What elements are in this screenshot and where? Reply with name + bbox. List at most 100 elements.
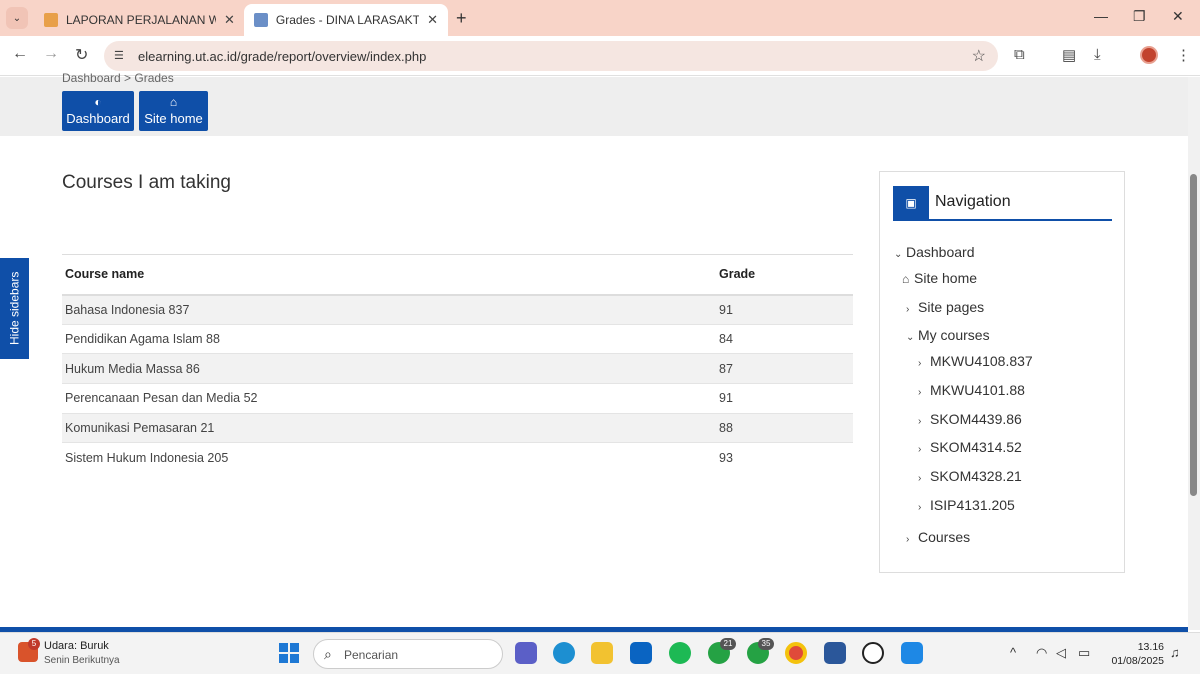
reading-list-icon[interactable]: ▤	[1062, 46, 1076, 64]
tab-title: Grades - DINA LARASAKTI 0532	[275, 13, 420, 27]
column-header-grade[interactable]: Grade	[716, 254, 853, 296]
nav-item-course[interactable]: › SKOM4314.52	[918, 439, 1022, 455]
taskbar-clock[interactable]: 13.16 01/08/2025	[1108, 640, 1164, 668]
nav-item-course[interactable]: › MKWU4108.837	[918, 353, 1033, 369]
nav-item-my-courses[interactable]: ⌄ My courses	[906, 327, 990, 343]
show-hidden-icons-icon[interactable]: ^	[1010, 645, 1016, 660]
nav-item-courses[interactable]: › Courses	[906, 529, 970, 545]
volume-icon[interactable]: ◁	[1056, 645, 1066, 661]
spotify-icon[interactable]	[669, 642, 691, 664]
chrome-icon[interactable]	[785, 642, 807, 664]
edge-icon[interactable]	[553, 642, 575, 664]
course-name-link[interactable]: Sistem Hukum Indonesia 205	[62, 443, 716, 473]
browser-tab-grades[interactable]: Grades - DINA LARASAKTI 0532 ✕	[244, 4, 448, 36]
taskbar-search[interactable]: ⌕ Pencarian	[313, 639, 503, 669]
teams-icon[interactable]	[515, 642, 537, 664]
bookmark-star-icon[interactable]: ☆	[972, 46, 986, 66]
nav-item-course[interactable]: › SKOM4328.21	[918, 468, 1022, 484]
nav-item-course[interactable]: › MKWU4101.88	[918, 382, 1025, 398]
chatgpt-icon[interactable]	[862, 642, 884, 664]
breadcrumb[interactable]: Dashboard > Grades	[62, 71, 174, 85]
url-text[interactable]: elearning.ut.ac.id/grade/report/overview…	[138, 49, 426, 64]
weather-badge: 5	[28, 638, 40, 650]
column-header-course[interactable]: Course name	[62, 254, 716, 296]
grades-table: Course name Grade Bahasa Indonesia 837 9…	[62, 254, 853, 473]
grade-value: 87	[716, 353, 853, 385]
table-row: Pendidikan Agama Islam 88 84	[62, 324, 853, 355]
site-home-button-label: Site home	[144, 111, 203, 126]
minimize-icon[interactable]: —	[1094, 8, 1108, 24]
course-name-link[interactable]: Komunikasi Pemasaran 21	[62, 413, 716, 444]
forward-icon[interactable]: →	[43, 45, 59, 63]
whatsapp-business-badge: 35	[758, 638, 774, 650]
page-title: Courses I am taking	[62, 172, 231, 193]
nav-item-label: Dashboard	[906, 244, 975, 260]
table-row: Sistem Hukum Indonesia 205 93	[62, 443, 853, 473]
close-window-icon[interactable]: ✕	[1172, 8, 1184, 25]
download-app-icon[interactable]	[901, 642, 923, 664]
nav-item-dashboard[interactable]: ⌄ Dashboard	[894, 244, 975, 260]
dashboard-button-label: Dashboard	[66, 111, 130, 126]
new-tab-icon[interactable]: +	[456, 8, 467, 29]
nav-item-label: Courses	[918, 529, 971, 545]
chevron-right-icon: ›	[918, 358, 922, 369]
notifications-bell-icon[interactable]: ♫	[1170, 645, 1180, 660]
site-home-button[interactable]: ⌂ Site home	[139, 91, 208, 131]
moodle-favicon-icon	[254, 13, 268, 27]
course-name-link[interactable]: Bahasa Indonesia 837	[62, 294, 716, 325]
nav-item-label: MKWU4101.88	[930, 382, 1025, 398]
outlook-icon[interactable]	[630, 642, 652, 664]
nav-item-site-home[interactable]: ⌂ Site home	[902, 270, 977, 286]
nav-item-label: Site home	[914, 270, 978, 286]
back-icon[interactable]: ←	[12, 45, 28, 63]
close-tab-icon[interactable]: ✕	[224, 12, 235, 28]
menu-kebab-icon[interactable]: ⋮	[1176, 46, 1191, 64]
chevron-right-icon: ›	[918, 416, 922, 427]
grade-value: 88	[716, 413, 853, 444]
file-explorer-icon[interactable]	[591, 642, 613, 664]
browser-tab-laporan[interactable]: LAPORAN PERJALANAN WISAT ✕	[34, 4, 245, 36]
course-name-link[interactable]: Hukum Media Massa 86	[62, 353, 716, 385]
navigation-header: ▣ Navigation	[893, 186, 1112, 221]
dashboard-button[interactable]: ◐ Dashboard	[62, 91, 134, 131]
browser-toolbar: ← → ↻ ☰ elearning.ut.ac.id/grade/report/…	[0, 36, 1200, 76]
course-name-link[interactable]: Pendidikan Agama Islam 88	[62, 324, 716, 355]
address-bar[interactable]: ☰ elearning.ut.ac.id/grade/report/overvi…	[104, 41, 998, 71]
nav-item-course[interactable]: › ISIP4131.205	[918, 497, 1015, 513]
site-info-icon[interactable]: ☰	[114, 49, 128, 63]
course-name-link[interactable]: Perencanaan Pesan dan Media 52	[62, 383, 716, 414]
extensions-icon[interactable]: ⧉	[1014, 46, 1025, 63]
nav-item-site-pages[interactable]: › Site pages	[906, 299, 984, 315]
chevron-right-icon: ›	[918, 444, 922, 455]
nav-item-label: SKOM4314.52	[930, 439, 1022, 455]
nav-item-label: SKOM4439.86	[930, 411, 1022, 427]
table-header-row: Course name Grade	[62, 254, 853, 296]
download-icon[interactable]: ⤓	[1094, 46, 1101, 63]
chevron-right-icon: ›	[918, 387, 922, 398]
chevron-right-icon: ›	[918, 502, 922, 513]
page-scrollbar[interactable]	[1188, 77, 1200, 630]
nav-item-label: ISIP4131.205	[930, 497, 1015, 513]
windows-start-icon[interactable]	[279, 643, 299, 663]
chevron-down-icon: ⌄	[894, 249, 903, 260]
table-row: Perencanaan Pesan dan Media 52 91	[62, 383, 853, 414]
nav-item-label: MKWU4108.837	[930, 353, 1033, 369]
reload-icon[interactable]: ↻	[75, 45, 88, 65]
word-icon[interactable]	[824, 642, 846, 664]
browser-tab-strip: ⌄ LAPORAN PERJALANAN WISAT ✕ Grades - DI…	[0, 0, 1200, 36]
page-header: Dashboard > Grades ◐ Dashboard ⌂ Site ho…	[0, 71, 1188, 136]
profile-avatar[interactable]	[1140, 46, 1158, 64]
tab-search-chevron-icon[interactable]: ⌄	[6, 7, 28, 29]
close-tab-icon[interactable]: ✕	[427, 12, 438, 28]
windows-taskbar: 5 Udara: Buruk Senin Berikutnya ⌕ Pencar…	[0, 632, 1200, 674]
scrollbar-thumb[interactable]	[1190, 174, 1197, 496]
wifi-icon[interactable]: ◠	[1036, 645, 1047, 661]
table-row: Bahasa Indonesia 837 91	[62, 294, 853, 325]
nav-item-course[interactable]: › SKOM4439.86	[918, 411, 1022, 427]
maximize-icon[interactable]: ❐	[1133, 8, 1146, 25]
hide-sidebars-button[interactable]: Hide sidebars	[0, 258, 29, 359]
weather-subtitle: Senin Berikutnya	[44, 655, 120, 666]
battery-icon[interactable]: ▭	[1078, 645, 1090, 661]
nav-item-label: SKOM4328.21	[930, 468, 1022, 484]
chevron-right-icon: ›	[918, 473, 922, 484]
